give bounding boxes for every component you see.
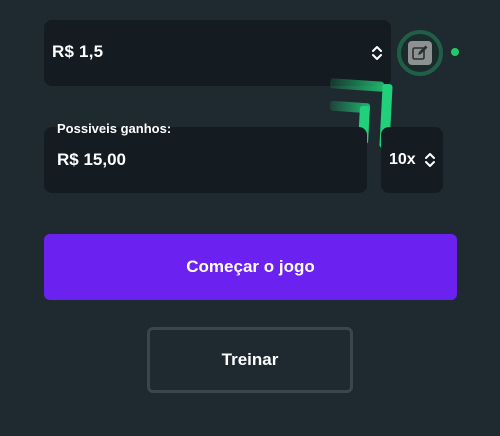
chevron-up-down-icon[interactable] (371, 44, 383, 62)
bet-amount-value[interactable]: R$ 1,5 (52, 42, 103, 62)
train-button[interactable]: Treinar (147, 327, 353, 393)
multiplier-value[interactable]: 10x (389, 151, 416, 169)
possible-winnings-field: Possiveis ganhos: R$ 15,00 (44, 121, 367, 193)
possible-winnings-label: Possiveis ganhos: (57, 121, 172, 136)
possible-winnings-value: R$ 15,00 (57, 150, 126, 169)
multiplier-select[interactable]: 10x (381, 127, 443, 193)
status-indicator-dot (451, 48, 459, 56)
start-game-button[interactable]: Começar o jogo (44, 234, 457, 300)
pencil-square-icon (408, 41, 432, 65)
chevron-up-down-icon[interactable] (424, 151, 436, 169)
edit-bet-button[interactable] (397, 30, 443, 76)
